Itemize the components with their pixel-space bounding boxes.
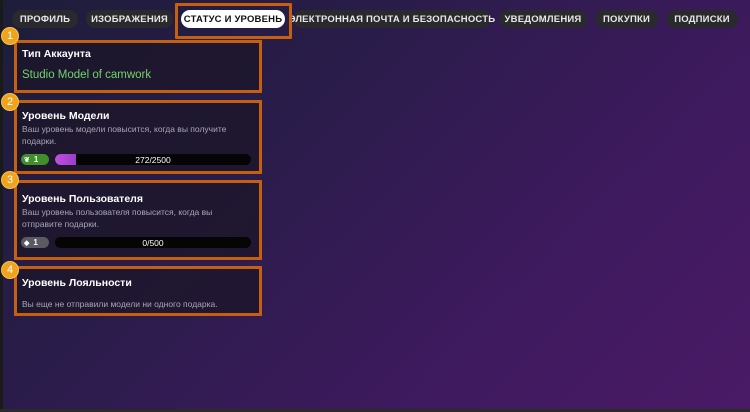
model-level-description: Ваш уровень модели повысится, когда вы п… bbox=[22, 124, 227, 146]
settings-tabs: ПРОФИЛЬ ИЗОБРАЖЕНИЯ СТАТУС И УРОВЕНЬ ЭЛЕ… bbox=[12, 10, 750, 30]
loyalty-level-description: Вы еще не отправили модели ни одного под… bbox=[22, 299, 218, 309]
tab-profile[interactable]: ПРОФИЛЬ bbox=[12, 10, 78, 28]
account-type-value: Studio Model of camwork bbox=[22, 69, 152, 81]
user-level-description: Ваш уровень пользователя повысится, когд… bbox=[22, 207, 213, 229]
account-type-title: Тип Аккаунта bbox=[22, 48, 91, 60]
diamond-icon: ◆ bbox=[24, 239, 30, 247]
active-tab-highlight bbox=[175, 3, 292, 39]
tab-images[interactable]: ИЗОБРАЖЕНИЯ bbox=[86, 10, 173, 28]
tab-purchases[interactable]: ПОКУПКИ bbox=[595, 10, 658, 28]
annotation-marker-4: 4 bbox=[1, 261, 19, 279]
annotation-marker-2: 2 bbox=[1, 93, 19, 111]
model-level-progress-text: 272/2500 bbox=[135, 154, 171, 165]
user-level-card: Уровень Пользователя Ваш уровень пользов… bbox=[14, 180, 262, 260]
sprout-icon: ❦ bbox=[24, 156, 30, 164]
model-level-card: Уровень Модели Ваш уровень модели повыси… bbox=[14, 100, 262, 174]
model-level-title: Уровень Модели bbox=[22, 110, 110, 122]
tab-subscriptions[interactable]: ПОДПИСКИ bbox=[666, 10, 738, 28]
loyalty-level-title: Уровень Лояльности bbox=[22, 277, 132, 289]
tab-notifications[interactable]: УВЕДОМЛЕНИЯ bbox=[499, 10, 587, 28]
user-level-badge: ◆ 1 bbox=[21, 237, 49, 248]
model-level-progress-bar: 272/2500 bbox=[55, 154, 251, 165]
annotation-marker-3: 3 bbox=[1, 171, 19, 189]
model-level-number: 1 bbox=[33, 155, 39, 164]
user-level-progress-text: 0/500 bbox=[142, 237, 164, 248]
user-level-progress-bar: 0/500 bbox=[55, 237, 251, 248]
loyalty-level-card: Уровень Лояльности Вы еще не отправили м… bbox=[14, 266, 262, 316]
window-edge-left bbox=[0, 0, 3, 412]
model-level-badge: ❦ 1 bbox=[21, 154, 49, 165]
account-type-card: Тип Аккаунта Studio Model of camwork bbox=[14, 40, 262, 93]
user-level-number: 1 bbox=[33, 238, 38, 247]
annotation-marker-1: 1 bbox=[1, 27, 19, 45]
user-level-title: Уровень Пользователя bbox=[22, 193, 143, 205]
tab-email-security[interactable]: ЭЛЕКТРОННАЯ ПОЧТА И БЕЗОПАСНОСТЬ bbox=[289, 10, 495, 28]
